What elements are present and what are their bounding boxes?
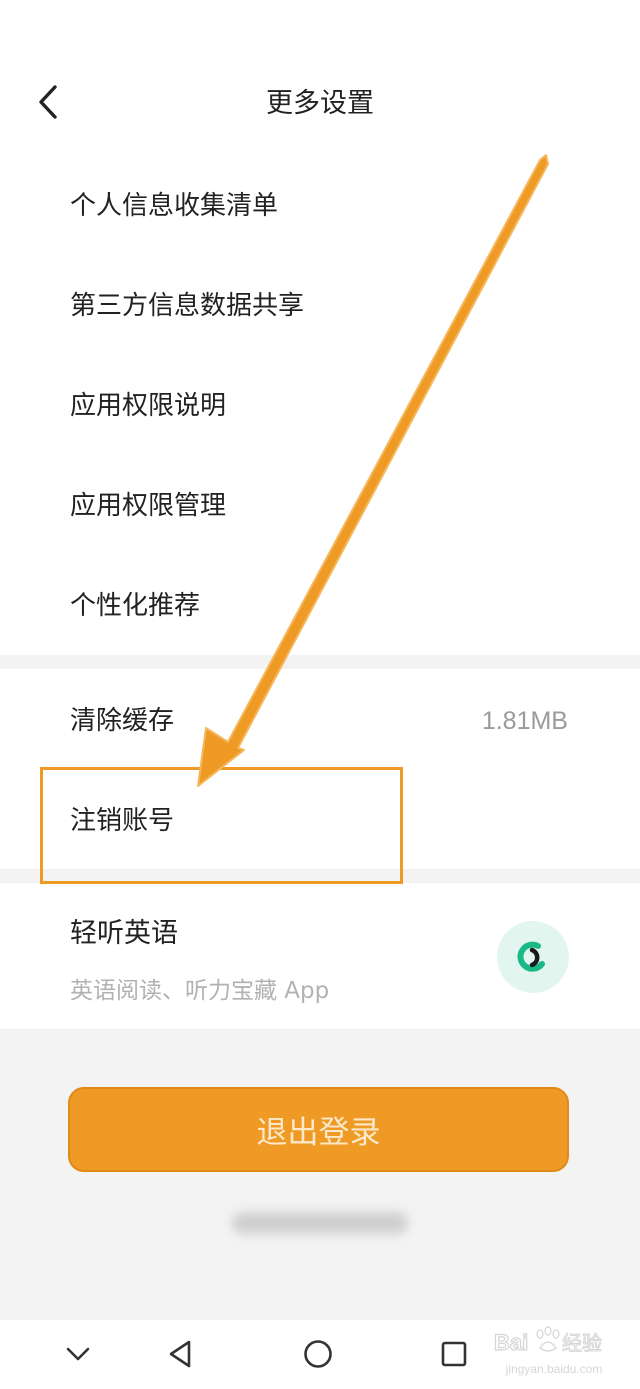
promo-subtitle: 英语阅读、听力宝藏 App bbox=[70, 978, 330, 1004]
svg-text:经验: 经验 bbox=[562, 1331, 602, 1355]
square-recents-icon bbox=[441, 1341, 467, 1367]
row-personalized-recommendation[interactable]: 个性化推荐 bbox=[0, 556, 640, 656]
nav-collapse-button[interactable] bbox=[56, 1332, 100, 1376]
triangle-back-icon bbox=[169, 1340, 191, 1368]
header: 更多设置 bbox=[0, 0, 640, 150]
row-label: 清除缓存 bbox=[70, 706, 175, 736]
nav-home-button[interactable] bbox=[296, 1332, 340, 1376]
circle-home-icon bbox=[304, 1340, 332, 1368]
row-label: 第三方信息数据共享 bbox=[70, 291, 305, 321]
baidu-logo-icon: Bai 经验 bbox=[493, 1326, 603, 1356]
row-third-party-data-sharing[interactable]: 第三方信息数据共享 bbox=[0, 256, 640, 356]
promo-group: 轻听英语 英语阅读、听力宝藏 App bbox=[0, 883, 640, 1029]
row-permission-management[interactable]: 应用权限管理 bbox=[0, 456, 640, 556]
app-logo-icon bbox=[497, 921, 569, 993]
row-label: 注销账号 bbox=[70, 806, 175, 836]
cache-size-value: 1.81MB bbox=[481, 706, 568, 735]
blurred-account-info bbox=[232, 1212, 408, 1234]
row-label: 应用权限说明 bbox=[70, 391, 227, 421]
page-title: 更多设置 bbox=[266, 88, 374, 119]
row-delete-account[interactable]: 注销账号 bbox=[0, 771, 640, 871]
row-personal-info-list[interactable]: 个人信息收集清单 bbox=[0, 156, 640, 256]
row-clear-cache[interactable]: 清除缓存 1.81MB bbox=[0, 671, 640, 771]
more-settings-page: 更多设置 个人信息收集清单 第三方信息数据共享 应用权限说明 应用权限管理 个性… bbox=[0, 0, 640, 1389]
logout-button[interactable]: 退出登录 bbox=[68, 1087, 569, 1172]
baidu-jingyan-watermark: Bai 经验 jingyan.baidu.com bbox=[493, 1322, 634, 1382]
row-permission-description[interactable]: 应用权限说明 bbox=[0, 356, 640, 456]
account-settings-group: 清除缓存 1.81MB 注销账号 bbox=[0, 669, 640, 869]
watermark-site: jingyan.baidu.com bbox=[505, 1362, 603, 1376]
svg-text:Bai: Bai bbox=[494, 1330, 528, 1355]
nav-recents-button[interactable] bbox=[432, 1332, 476, 1376]
privacy-settings-group: 个人信息收集清单 第三方信息数据共享 应用权限说明 应用权限管理 个性化推荐 bbox=[0, 150, 640, 655]
nav-back-button[interactable] bbox=[158, 1332, 202, 1376]
row-label: 个人信息收集清单 bbox=[70, 191, 279, 221]
row-label: 应用权限管理 bbox=[70, 491, 227, 521]
row-label: 个性化推荐 bbox=[70, 591, 201, 621]
promo-card[interactable]: 轻听英语 英语阅读、听力宝藏 App bbox=[0, 883, 640, 1029]
chevron-down-icon bbox=[66, 1347, 90, 1361]
promo-title: 轻听英语 bbox=[70, 918, 178, 949]
